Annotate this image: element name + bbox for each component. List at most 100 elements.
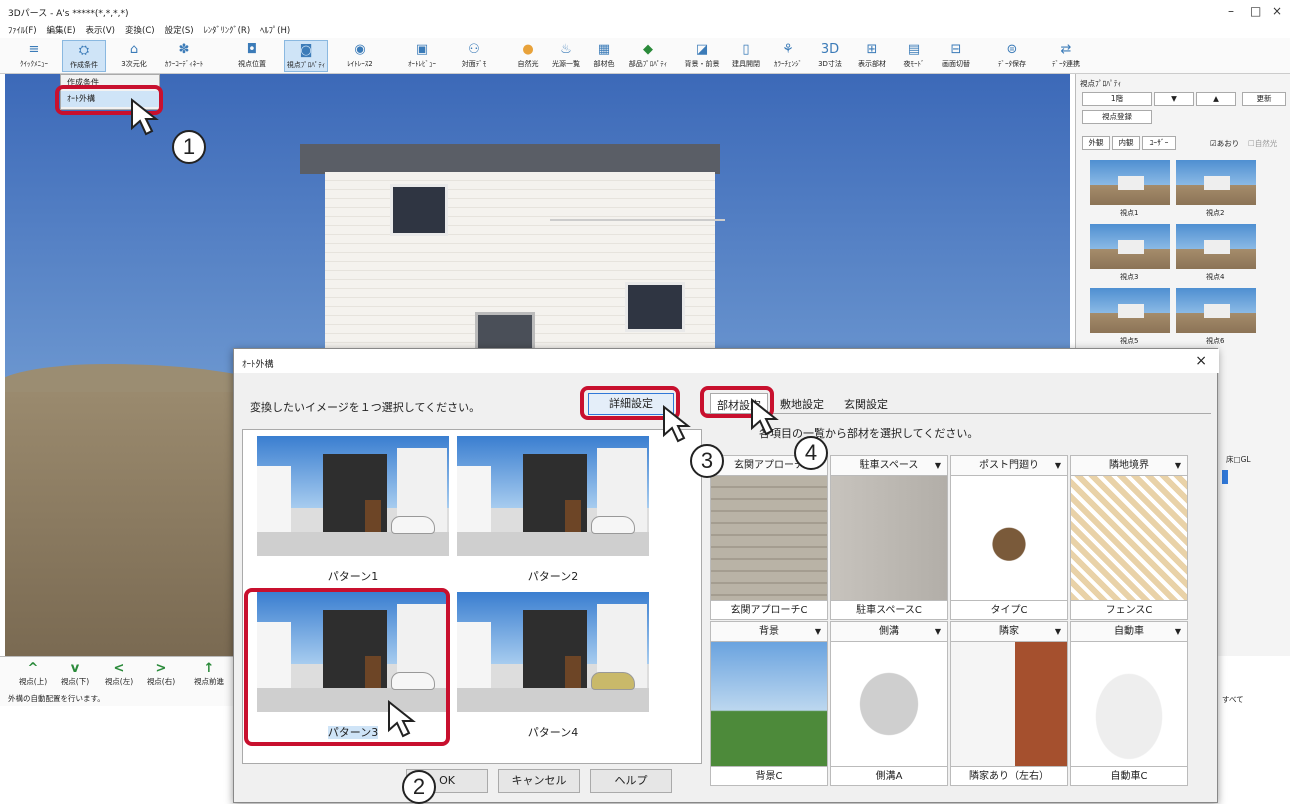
update-button[interactable]: 更新 xyxy=(1242,92,1286,106)
close-button[interactable]: × xyxy=(1272,4,1282,18)
post-gate-header[interactable]: ポスト門廻り ▼ xyxy=(951,456,1067,476)
background-header[interactable]: 背景 ▼ xyxy=(711,622,827,642)
dropdown-icon: ▼ xyxy=(1054,627,1061,636)
up-arrow-icon: ^ xyxy=(27,661,39,676)
gutter-cell[interactable]: 側溝 ▼ 側溝A xyxy=(830,621,948,786)
thumb-label: 視点2 xyxy=(1206,209,1225,217)
boundary-header[interactable]: 隣地境界 ▼ xyxy=(1071,456,1187,476)
door-open-button[interactable]: ▯ 建具開閉 xyxy=(724,40,768,72)
background-button[interactable]: ◪ 背景・前景 xyxy=(680,40,724,72)
gutter-header[interactable]: 側溝 ▼ xyxy=(831,622,947,642)
neighbor-image xyxy=(951,642,1067,766)
thumb-label: 視点3 xyxy=(1120,273,1139,281)
viewpoint-position-button[interactable]: ◘ 視点位置 xyxy=(230,40,274,72)
maximize-button[interactable]: □ xyxy=(1250,4,1261,18)
data-link-button[interactable]: ⇄ ﾃﾞｰﾀ連携 xyxy=(1044,40,1088,72)
up-button[interactable]: ▲ xyxy=(1196,92,1236,106)
menu-view[interactable]: 表示(V) xyxy=(86,24,115,36)
floor-select[interactable]: 1階 xyxy=(1082,92,1152,106)
down-button[interactable]: ▼ xyxy=(1154,92,1194,106)
help-button[interactable]: ヘルプ xyxy=(590,769,672,793)
create-condition-button[interactable]: ⛭ 作成条件 xyxy=(62,40,106,72)
night-mode-button[interactable]: ▤ 夜ﾓｰﾄﾞ xyxy=(892,40,936,72)
aori-checkbox[interactable]: ☑あおり xyxy=(1210,138,1239,149)
menu-file[interactable]: ﾌｧｲﾙ(F) xyxy=(8,24,37,36)
palette-icon: ✽ xyxy=(178,42,190,57)
screen-switch-button[interactable]: ⊟ 画面切替 xyxy=(934,40,978,72)
post-gate-cell[interactable]: ポスト門廻り ▼ タイプC xyxy=(950,455,1068,620)
approach-image xyxy=(711,476,827,600)
viewpoint-thumbnail[interactable] xyxy=(1176,288,1256,333)
step-3-badge: 3 xyxy=(690,444,724,478)
minimize-button[interactable]: – xyxy=(1228,4,1234,18)
tab-entrance-settings[interactable]: 玄関設定 xyxy=(838,393,894,413)
night-icon: ▤ xyxy=(907,42,921,57)
car-header[interactable]: 自動車 ▼ xyxy=(1071,622,1187,642)
background-cell[interactable]: 背景 ▼ 背景C xyxy=(710,621,828,786)
menu-settings[interactable]: 設定(S) xyxy=(165,24,194,36)
register-view-button[interactable]: 視点登録 xyxy=(1082,110,1152,124)
view-right-button[interactable]: > 視点(右) xyxy=(142,661,180,687)
approach-cell[interactable]: 玄関アプローチ▼玄関アプローチC xyxy=(710,455,828,620)
face-demo-button[interactable]: ⚇ 対面ﾃﾞﾓ xyxy=(452,40,496,72)
viewpoint-thumbnail[interactable] xyxy=(1090,224,1170,269)
parking-header[interactable]: 駐車スペース ▼ xyxy=(831,456,947,476)
menu-edit[interactable]: 編集(E) xyxy=(47,24,76,36)
3d-dimension-button[interactable]: 3D 3D寸法 xyxy=(808,40,852,72)
dropdown-icon: ▼ xyxy=(814,627,821,636)
pattern-1-image[interactable] xyxy=(257,436,449,556)
background-image xyxy=(711,642,827,766)
slider-thumb[interactable] xyxy=(1222,470,1228,484)
view-left-button[interactable]: < 視点(左) xyxy=(100,661,138,687)
3d-button[interactable]: ⌂ 3次元化 xyxy=(112,40,156,72)
view-up-button[interactable]: ^ 視点(上) xyxy=(14,661,52,687)
pattern-2-label: パターン2 xyxy=(527,570,579,583)
natural-light-checkbox[interactable]: ☐自然光 xyxy=(1248,138,1277,149)
house-window xyxy=(390,184,448,236)
camera-prop-icon: ◙ xyxy=(299,43,313,58)
tab-interior[interactable]: 内観 xyxy=(1112,136,1140,150)
parking-cell[interactable]: 駐車スペース ▼ 駐車スペースC xyxy=(830,455,948,620)
neighbor-cell[interactable]: 隣家 ▼ 隣家あり（左右） xyxy=(950,621,1068,786)
menu-icon: ≡ xyxy=(28,42,40,57)
pattern-2-image[interactable] xyxy=(457,436,649,556)
pattern-4-image[interactable] xyxy=(457,592,649,712)
car-cell[interactable]: 自動車 ▼ 自動車C xyxy=(1070,621,1188,786)
right-arrow-icon: > xyxy=(155,661,167,676)
menu-convert[interactable]: 変換(C) xyxy=(125,24,155,36)
post-gate-value: タイプC xyxy=(951,600,1067,620)
neighbor-header[interactable]: 隣家 ▼ xyxy=(951,622,1067,642)
dialog-close-icon[interactable]: × xyxy=(1195,353,1207,369)
color-coordinate-button[interactable]: ✽ ｶﾗｰｺｰﾃﾞｨﾈｰﾄ xyxy=(162,40,206,72)
auto-review-button[interactable]: ▣ ｵｰﾄﾚﾋﾞｭｰ xyxy=(400,40,444,72)
menu-help[interactable]: ﾍﾙﾌﾟ(H) xyxy=(260,24,290,36)
viewpoint-thumbnail[interactable] xyxy=(1176,160,1256,205)
view-down-button[interactable]: v 視点(下) xyxy=(56,661,94,687)
forward-arrow-icon: ↑ xyxy=(203,661,215,676)
viewpoint-property-button[interactable]: ◙ 視点ﾌﾟﾛﾊﾟﾃｨ xyxy=(284,40,328,72)
view-forward-button[interactable]: ↑ 視点前進 xyxy=(190,661,228,687)
viewpoint-thumbnail[interactable] xyxy=(1090,160,1170,205)
tab-user[interactable]: ﾕｰｻﾞｰ xyxy=(1142,136,1176,150)
raytrace-button[interactable]: ◉ ﾚｲﾄﾚｰｽ2 xyxy=(338,40,382,72)
car-value: 自動車C xyxy=(1071,766,1187,786)
quick-menu-button[interactable]: ≡ ｸｲｯｸﾒﾆｭｰ xyxy=(12,40,56,72)
material-icon: ▦ xyxy=(597,42,611,57)
material-color-button[interactable]: ▦ 部材色 xyxy=(582,40,626,72)
part-property-button[interactable]: ◆ 部品ﾌﾟﾛﾊﾟﾃｨ xyxy=(626,40,670,72)
display-parts-button[interactable]: ⊞ 表示部材 xyxy=(850,40,894,72)
dropdown-icon: ▼ xyxy=(1054,461,1061,470)
all-label: すべて xyxy=(1222,695,1244,704)
boundary-cell[interactable]: 隣地境界 ▼ フェンスC xyxy=(1070,455,1188,620)
viewpoint-thumbnail[interactable] xyxy=(1090,288,1170,333)
color-change-button[interactable]: ⚘ ｶﾗｰﾁｪﾝｼﾞ xyxy=(766,40,810,72)
step-1-badge: 1 xyxy=(172,130,206,164)
data-save-button[interactable]: ⊜ ﾃﾞｰﾀ保存 xyxy=(990,40,1034,72)
cancel-button[interactable]: キャンセル xyxy=(498,769,580,793)
dialog-title: ｵｰﾄ外構 xyxy=(234,349,1219,373)
pointer-icon xyxy=(131,98,159,136)
tab-exterior[interactable]: 外観 xyxy=(1082,136,1110,150)
menu-render[interactable]: ﾚﾝﾀﾞﾘﾝｸﾞ(R) xyxy=(204,24,251,36)
gutter-value: 側溝A xyxy=(831,766,947,786)
viewpoint-thumbnail[interactable] xyxy=(1176,224,1256,269)
